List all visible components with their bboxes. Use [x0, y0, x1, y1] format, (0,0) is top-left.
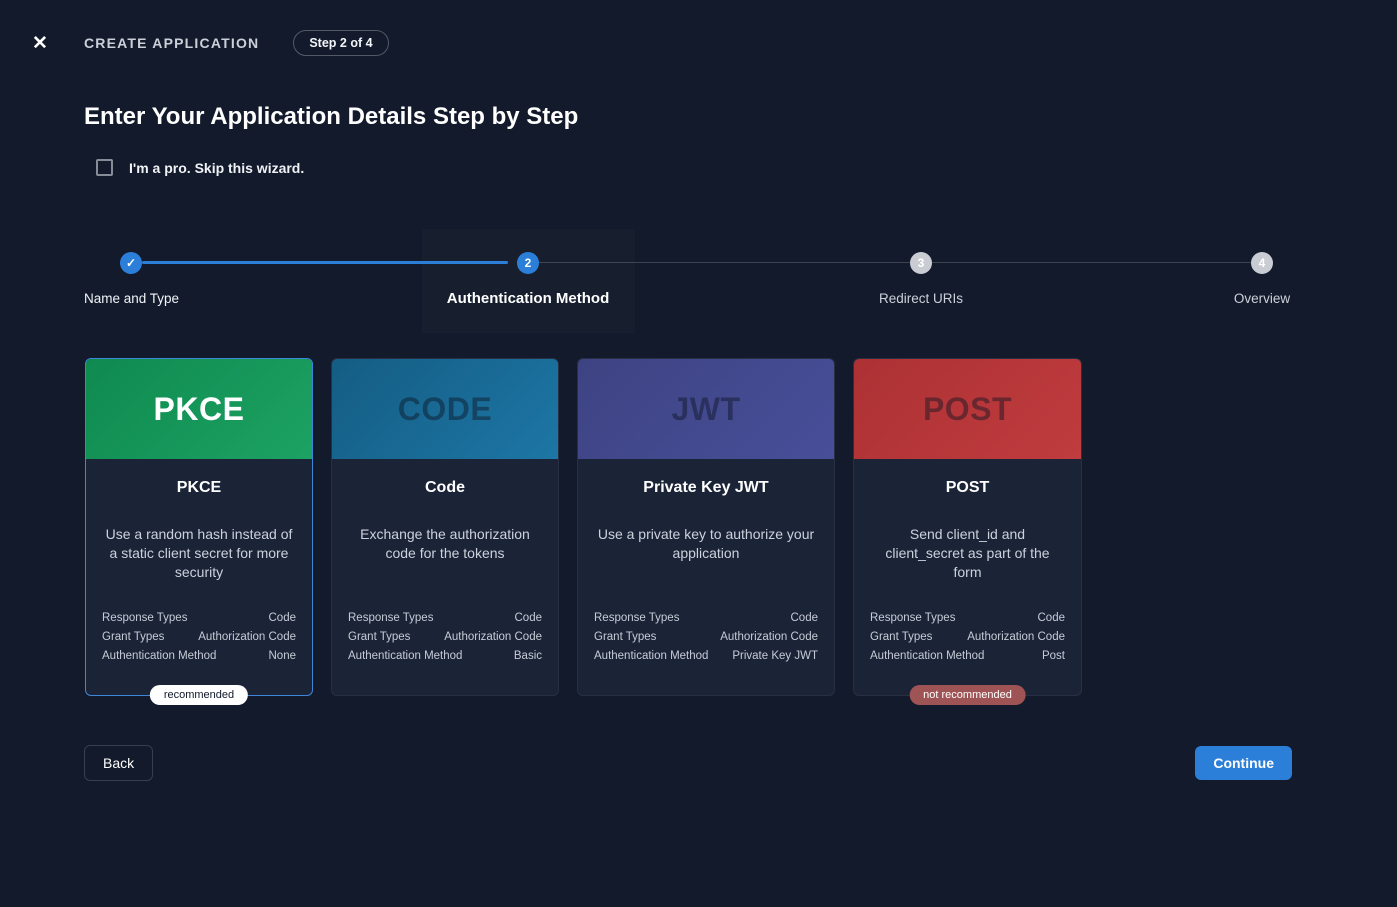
jwt-card-body: Private Key JWT Use a private key to aut… [578, 459, 834, 695]
pkce-card-title: PKCE [177, 479, 221, 497]
spec-label: Grant Types [102, 628, 164, 646]
spec-value: Code [269, 609, 297, 627]
step-label-name-and-type[interactable]: Name and Type [84, 291, 179, 306]
skip-wizard-row[interactable]: I'm a pro. Skip this wizard. [96, 159, 1397, 176]
spec-row: Authentication Method Post [870, 647, 1065, 665]
spec-label: Grant Types [348, 628, 410, 646]
step-1-circle[interactable]: ✓ [120, 252, 142, 274]
page-title: Enter Your Application Details Step by S… [84, 103, 1397, 131]
step-2-circle[interactable]: 2 [517, 252, 539, 274]
auth-method-card-pkce[interactable]: PKCE PKCE Use a random hash instead of a… [85, 358, 313, 696]
back-button[interactable]: Back [84, 745, 153, 781]
recommended-badge: recommended [150, 685, 248, 705]
post-banner: POST [854, 359, 1081, 459]
step-4-circle[interactable]: 4 [1251, 252, 1273, 274]
spec-value: Authorization Code [720, 628, 818, 646]
spec-value: None [269, 647, 297, 665]
step-3-number: 3 [918, 256, 925, 270]
spec-value: Authorization Code [444, 628, 542, 646]
jwt-card-title: Private Key JWT [643, 479, 768, 497]
spec-label: Grant Types [594, 628, 656, 646]
spec-value: Code [791, 609, 819, 627]
jwt-card-specs: Response Types Code Grant Types Authoriz… [594, 609, 818, 665]
spec-value: Basic [514, 647, 542, 665]
step-4-number: 4 [1259, 256, 1266, 270]
wizard-footer: Back Continue [84, 745, 1292, 781]
spec-row: Grant Types Authorization Code [594, 628, 818, 646]
spec-row: Authentication Method Basic [348, 647, 542, 665]
code-card-specs: Response Types Code Grant Types Authoriz… [348, 609, 542, 665]
code-card-body: Code Exchange the authorization code for… [332, 459, 558, 695]
step-label-authentication-method[interactable]: Authentication Method [447, 290, 609, 307]
spec-label: Authentication Method [102, 647, 216, 665]
auth-method-card-jwt[interactable]: JWT Private Key JWT Use a private key to… [577, 358, 835, 696]
step-progress-badge: Step 2 of 4 [293, 30, 388, 56]
spec-row: Response Types Code [594, 609, 818, 627]
step-label-overview[interactable]: Overview [1234, 291, 1290, 306]
pkce-banner: PKCE [86, 359, 312, 459]
close-icon[interactable]: ✕ [28, 31, 52, 55]
spec-value: Code [515, 609, 543, 627]
spec-label: Response Types [870, 609, 955, 627]
spec-row: Authentication Method None [102, 647, 296, 665]
skip-wizard-checkbox[interactable] [96, 159, 113, 176]
spec-value: Code [1038, 609, 1066, 627]
not-recommended-badge: not recommended [909, 685, 1026, 705]
auth-method-card-code[interactable]: CODE Code Exchange the authorization cod… [331, 358, 559, 696]
spec-row: Response Types Code [870, 609, 1065, 627]
spec-row: Response Types Code [348, 609, 542, 627]
stepper-connector-completed [142, 261, 508, 264]
spec-value: Authorization Code [967, 628, 1065, 646]
spec-value: Authorization Code [198, 628, 296, 646]
wizard-stepper: ✓ 2 3 4 Name and Type Authentication Met… [84, 229, 1313, 333]
code-banner-title: CODE [398, 391, 492, 428]
stepper-connector-upcoming-2 [932, 262, 1251, 263]
spec-label: Grant Types [870, 628, 932, 646]
wizard-topbar: ✕ CREATE APPLICATION Step 2 of 4 [0, 0, 1397, 56]
step-label-redirect-uris[interactable]: Redirect URIs [879, 291, 963, 306]
post-card-specs: Response Types Code Grant Types Authoriz… [870, 609, 1065, 665]
stepper-connector-upcoming-1 [539, 262, 910, 263]
pkce-card-body: PKCE Use a random hash instead of a stat… [86, 459, 312, 695]
spec-label: Response Types [102, 609, 187, 627]
spec-value: Post [1042, 647, 1065, 665]
post-card-body: POST Send client_id and client_secret as… [854, 459, 1081, 695]
spec-row: Grant Types Authorization Code [870, 628, 1065, 646]
pkce-banner-title: PKCE [154, 391, 245, 428]
check-icon: ✓ [126, 256, 136, 270]
continue-button[interactable]: Continue [1195, 746, 1292, 780]
step-2-number: 2 [525, 256, 532, 270]
spec-row: Grant Types Authorization Code [348, 628, 542, 646]
skip-wizard-label: I'm a pro. Skip this wizard. [129, 160, 304, 176]
code-banner: CODE [332, 359, 558, 459]
wizard-title: CREATE APPLICATION [84, 35, 259, 51]
spec-row: Response Types Code [102, 609, 296, 627]
spec-value: Private Key JWT [732, 647, 818, 665]
post-card-title: POST [946, 479, 990, 497]
jwt-card-description: Use a private key to authorize your appl… [594, 525, 818, 563]
post-banner-title: POST [923, 391, 1012, 428]
spec-label: Response Types [594, 609, 679, 627]
spec-label: Authentication Method [348, 647, 462, 665]
auth-method-card-post[interactable]: POST POST Send client_id and client_secr… [853, 358, 1082, 696]
current-step-highlight [422, 229, 635, 333]
pkce-card-specs: Response Types Code Grant Types Authoriz… [102, 609, 296, 665]
step-3-circle[interactable]: 3 [910, 252, 932, 274]
jwt-banner: JWT [578, 359, 834, 459]
jwt-banner-title: JWT [671, 391, 740, 428]
pkce-card-description: Use a random hash instead of a static cl… [102, 525, 296, 582]
spec-label: Authentication Method [870, 647, 984, 665]
code-card-description: Exchange the authorization code for the … [348, 525, 542, 563]
spec-label: Response Types [348, 609, 433, 627]
post-card-description: Send client_id and client_secret as part… [870, 525, 1065, 582]
spec-label: Authentication Method [594, 647, 708, 665]
spec-row: Authentication Method Private Key JWT [594, 647, 818, 665]
code-card-title: Code [425, 479, 465, 497]
spec-row: Grant Types Authorization Code [102, 628, 296, 646]
auth-method-cards: PKCE PKCE Use a random hash instead of a… [85, 358, 1397, 696]
